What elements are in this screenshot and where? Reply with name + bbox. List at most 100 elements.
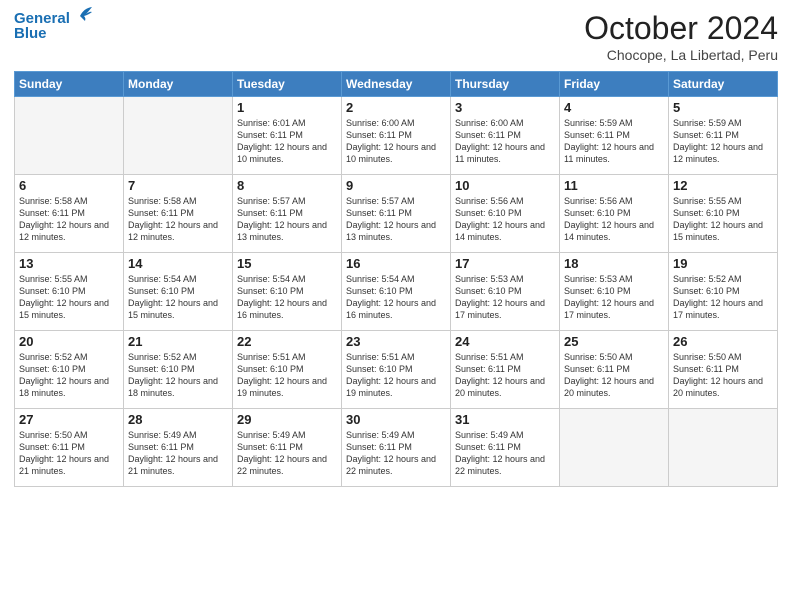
day-number: 13 bbox=[19, 256, 119, 271]
calendar-cell bbox=[124, 97, 233, 175]
day-number: 9 bbox=[346, 178, 446, 193]
cell-sun-info: Sunrise: 5:52 AMSunset: 6:10 PMDaylight:… bbox=[128, 351, 228, 400]
calendar-cell: 12Sunrise: 5:55 AMSunset: 6:10 PMDayligh… bbox=[669, 175, 778, 253]
calendar-cell: 23 Sunrise: 5:51 AMSunset: 6:10 PMDayligh… bbox=[342, 331, 451, 409]
calendar-cell: 4 Sunrise: 5:59 AMSunset: 6:11 PMDaylight… bbox=[560, 97, 669, 175]
calendar-cell: 19Sunrise: 5:52 AMSunset: 6:10 PMDayligh… bbox=[669, 253, 778, 331]
header-monday: Monday bbox=[124, 72, 233, 97]
cell-sun-info: Sunrise: 5:54 AMSunset: 6:10 PMDaylight:… bbox=[128, 273, 228, 322]
cell-sun-info: Sunrise: 6:01 AMSunset: 6:11 PMDaylight:… bbox=[237, 117, 337, 166]
calendar-week-2: 6 Sunrise: 5:58 AMSunset: 6:11 PMDaylight… bbox=[15, 175, 778, 253]
calendar-cell: 13 Sunrise: 5:55 AMSunset: 6:10 PMDayligh… bbox=[15, 253, 124, 331]
day-number: 15 bbox=[237, 256, 337, 271]
calendar-cell: 22Sunrise: 5:51 AMSunset: 6:10 PMDayligh… bbox=[233, 331, 342, 409]
calendar-cell: 10Sunrise: 5:56 AMSunset: 6:10 PMDayligh… bbox=[451, 175, 560, 253]
cell-sun-info: Sunrise: 5:54 AMSunset: 6:10 PMDaylight:… bbox=[237, 273, 337, 322]
calendar-week-3: 13 Sunrise: 5:55 AMSunset: 6:10 PMDayligh… bbox=[15, 253, 778, 331]
cell-sun-info: Sunrise: 5:49 AMSunset: 6:11 PMDaylight:… bbox=[128, 429, 228, 478]
calendar-cell: 17Sunrise: 5:53 AMSunset: 6:10 PMDayligh… bbox=[451, 253, 560, 331]
calendar-cell: 1Sunrise: 6:01 AMSunset: 6:11 PMDaylight… bbox=[233, 97, 342, 175]
cell-sun-info: Sunrise: 5:49 AMSunset: 6:11 PMDaylight:… bbox=[237, 429, 337, 478]
title-block: October 2024 Chocope, La Libertad, Peru bbox=[584, 10, 778, 63]
day-number: 29 bbox=[237, 412, 337, 427]
calendar-cell: 5Sunrise: 5:59 AMSunset: 6:11 PMDaylight… bbox=[669, 97, 778, 175]
cell-sun-info: Sunrise: 5:58 AMSunset: 6:11 PMDaylight:… bbox=[19, 195, 119, 244]
calendar-week-4: 20Sunrise: 5:52 AMSunset: 6:10 PMDayligh… bbox=[15, 331, 778, 409]
header-thursday: Thursday bbox=[451, 72, 560, 97]
header-saturday: Saturday bbox=[669, 72, 778, 97]
day-number: 24 bbox=[455, 334, 555, 349]
day-number: 7 bbox=[128, 178, 228, 193]
cell-sun-info: Sunrise: 5:51 AMSunset: 6:10 PMDaylight:… bbox=[346, 351, 446, 400]
calendar-week-1: 1Sunrise: 6:01 AMSunset: 6:11 PMDaylight… bbox=[15, 97, 778, 175]
day-number: 23 bbox=[346, 334, 446, 349]
calendar-cell: 8Sunrise: 5:57 AMSunset: 6:11 PMDaylight… bbox=[233, 175, 342, 253]
calendar-cell: 26 Sunrise: 5:50 AMSunset: 6:11 PMDayligh… bbox=[669, 331, 778, 409]
logo-text-block: General Blue bbox=[14, 10, 94, 43]
calendar-cell: 7 Sunrise: 5:58 AMSunset: 6:11 PMDaylight… bbox=[124, 175, 233, 253]
calendar-cell bbox=[560, 409, 669, 487]
cell-sun-info: Sunrise: 5:51 AMSunset: 6:11 PMDaylight:… bbox=[455, 351, 555, 400]
cell-sun-info: Sunrise: 5:55 AMSunset: 6:10 PMDaylight:… bbox=[19, 273, 119, 322]
page: General Blue October 2024 Chocope, La Li… bbox=[0, 0, 792, 612]
logo: General Blue bbox=[14, 10, 94, 43]
day-number: 18 bbox=[564, 256, 664, 271]
cell-sun-info: Sunrise: 5:50 AMSunset: 6:11 PMDaylight:… bbox=[673, 351, 773, 400]
cell-sun-info: Sunrise: 5:59 AMSunset: 6:11 PMDaylight:… bbox=[564, 117, 664, 166]
calendar-cell: 29 Sunrise: 5:49 AMSunset: 6:11 PMDayligh… bbox=[233, 409, 342, 487]
cell-sun-info: Sunrise: 6:00 AMSunset: 6:11 PMDaylight:… bbox=[346, 117, 446, 166]
day-number: 16 bbox=[346, 256, 446, 271]
day-number: 30 bbox=[346, 412, 446, 427]
header-friday: Friday bbox=[560, 72, 669, 97]
cell-sun-info: Sunrise: 5:49 AMSunset: 6:11 PMDaylight:… bbox=[346, 429, 446, 478]
calendar-cell: 11 Sunrise: 5:56 AMSunset: 6:10 PMDayligh… bbox=[560, 175, 669, 253]
cell-sun-info: Sunrise: 5:53 AMSunset: 6:10 PMDaylight:… bbox=[564, 273, 664, 322]
cell-sun-info: Sunrise: 5:49 AMSunset: 6:11 PMDaylight:… bbox=[455, 429, 555, 478]
calendar-cell: 31 Sunrise: 5:49 AMSunset: 6:11 PMDayligh… bbox=[451, 409, 560, 487]
day-number: 6 bbox=[19, 178, 119, 193]
calendar-cell: 14 Sunrise: 5:54 AMSunset: 6:10 PMDayligh… bbox=[124, 253, 233, 331]
cell-sun-info: Sunrise: 5:56 AMSunset: 6:10 PMDaylight:… bbox=[455, 195, 555, 244]
day-number: 4 bbox=[564, 100, 664, 115]
cell-sun-info: Sunrise: 5:58 AMSunset: 6:11 PMDaylight:… bbox=[128, 195, 228, 244]
day-number: 11 bbox=[564, 178, 664, 193]
location-subtitle: Chocope, La Libertad, Peru bbox=[584, 47, 778, 63]
calendar-cell: 2 Sunrise: 6:00 AMSunset: 6:11 PMDaylight… bbox=[342, 97, 451, 175]
calendar-cell: 20Sunrise: 5:52 AMSunset: 6:10 PMDayligh… bbox=[15, 331, 124, 409]
cell-sun-info: Sunrise: 5:50 AMSunset: 6:11 PMDaylight:… bbox=[19, 429, 119, 478]
header: General Blue October 2024 Chocope, La Li… bbox=[14, 10, 778, 63]
day-number: 17 bbox=[455, 256, 555, 271]
cell-sun-info: Sunrise: 5:51 AMSunset: 6:10 PMDaylight:… bbox=[237, 351, 337, 400]
logo-blue: Blue bbox=[14, 25, 94, 42]
calendar-cell bbox=[669, 409, 778, 487]
weekday-header-row: Sunday Monday Tuesday Wednesday Thursday… bbox=[15, 72, 778, 97]
day-number: 25 bbox=[564, 334, 664, 349]
day-number: 28 bbox=[128, 412, 228, 427]
day-number: 12 bbox=[673, 178, 773, 193]
day-number: 31 bbox=[455, 412, 555, 427]
calendar-cell: 9 Sunrise: 5:57 AMSunset: 6:11 PMDaylight… bbox=[342, 175, 451, 253]
calendar-table: Sunday Monday Tuesday Wednesday Thursday… bbox=[14, 71, 778, 487]
cell-sun-info: Sunrise: 5:59 AMSunset: 6:11 PMDaylight:… bbox=[673, 117, 773, 166]
cell-sun-info: Sunrise: 6:00 AMSunset: 6:11 PMDaylight:… bbox=[455, 117, 555, 166]
calendar-cell: 30 Sunrise: 5:49 AMSunset: 6:11 PMDayligh… bbox=[342, 409, 451, 487]
day-number: 14 bbox=[128, 256, 228, 271]
calendar-cell: 27 Sunrise: 5:50 AMSunset: 6:11 PMDayligh… bbox=[15, 409, 124, 487]
calendar-cell bbox=[15, 97, 124, 175]
calendar-cell: 3Sunrise: 6:00 AMSunset: 6:11 PMDaylight… bbox=[451, 97, 560, 175]
calendar-cell: 21 Sunrise: 5:52 AMSunset: 6:10 PMDayligh… bbox=[124, 331, 233, 409]
calendar-cell: 18 Sunrise: 5:53 AMSunset: 6:10 PMDayligh… bbox=[560, 253, 669, 331]
day-number: 27 bbox=[19, 412, 119, 427]
day-number: 2 bbox=[346, 100, 446, 115]
day-number: 19 bbox=[673, 256, 773, 271]
cell-sun-info: Sunrise: 5:50 AMSunset: 6:11 PMDaylight:… bbox=[564, 351, 664, 400]
cell-sun-info: Sunrise: 5:56 AMSunset: 6:10 PMDaylight:… bbox=[564, 195, 664, 244]
calendar-week-5: 27 Sunrise: 5:50 AMSunset: 6:11 PMDayligh… bbox=[15, 409, 778, 487]
calendar-cell: 24 Sunrise: 5:51 AMSunset: 6:11 PMDayligh… bbox=[451, 331, 560, 409]
day-number: 21 bbox=[128, 334, 228, 349]
header-wednesday: Wednesday bbox=[342, 72, 451, 97]
cell-sun-info: Sunrise: 5:52 AMSunset: 6:10 PMDaylight:… bbox=[19, 351, 119, 400]
day-number: 26 bbox=[673, 334, 773, 349]
cell-sun-info: Sunrise: 5:57 AMSunset: 6:11 PMDaylight:… bbox=[346, 195, 446, 244]
cell-sun-info: Sunrise: 5:54 AMSunset: 6:10 PMDaylight:… bbox=[346, 273, 446, 322]
